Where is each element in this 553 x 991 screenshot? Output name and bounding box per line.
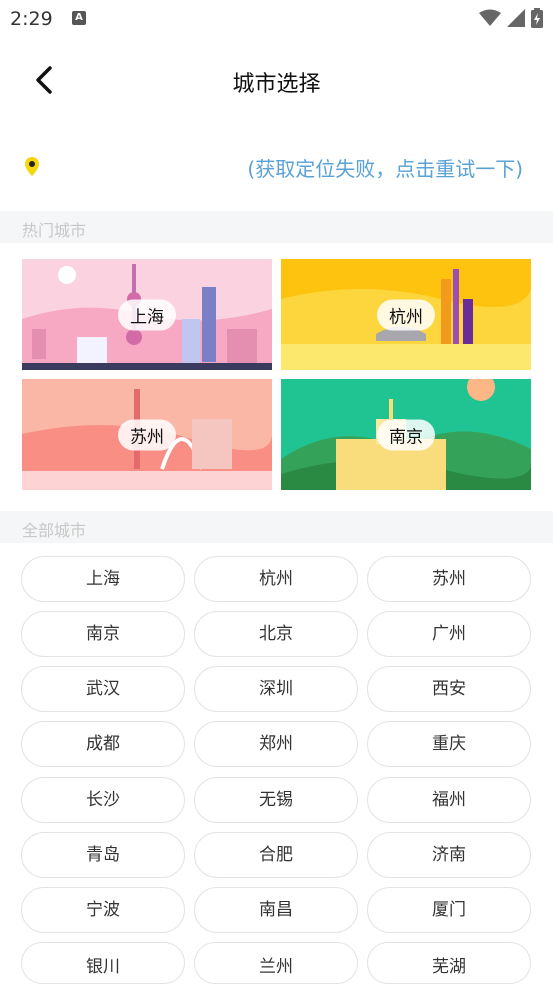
city-button[interactable]: 深圳 xyxy=(194,666,358,712)
hot-city-label: 杭州 xyxy=(377,299,435,330)
hot-city-card-nanjing[interactable]: 南京 xyxy=(281,379,531,490)
hot-city-card-shanghai[interactable]: 上海 xyxy=(22,259,272,370)
nav-bar: 城市选择 xyxy=(0,38,553,124)
city-button[interactable]: 福州 xyxy=(367,777,531,823)
city-button[interactable]: 广州 xyxy=(367,611,531,657)
city-button[interactable]: 长沙 xyxy=(21,777,185,823)
location-retry-link[interactable]: (获取定位失败，点击重试一下) xyxy=(247,153,523,182)
page-title: 城市选择 xyxy=(232,72,321,97)
city-button[interactable]: 武汉 xyxy=(21,666,185,712)
city-button[interactable]: 南京 xyxy=(21,611,185,657)
status-icons xyxy=(479,8,543,28)
city-button[interactable]: 合肥 xyxy=(194,832,358,878)
notification-a-icon: A xyxy=(72,11,86,25)
location-row: (获取定位失败，点击重试一下) xyxy=(0,140,553,192)
section-title-all: 全部城市 xyxy=(22,521,87,540)
city-button[interactable]: 兰州 xyxy=(194,942,358,984)
hot-city-card-hangzhou[interactable]: 杭州 xyxy=(281,259,531,370)
city-button[interactable]: 郑州 xyxy=(194,721,358,767)
city-button[interactable]: 苏州 xyxy=(367,556,531,602)
signal-icon xyxy=(507,9,525,27)
hot-city-card-suzhou[interactable]: 苏州 xyxy=(22,379,272,490)
battery-icon xyxy=(531,8,543,28)
section-header-hot: 热门城市 xyxy=(0,211,553,243)
city-button[interactable]: 重庆 xyxy=(367,721,531,767)
city-button[interactable]: 西安 xyxy=(367,666,531,712)
city-button[interactable]: 无锡 xyxy=(194,777,358,823)
city-button[interactable]: 杭州 xyxy=(194,556,358,602)
city-button[interactable]: 芜湖 xyxy=(367,942,531,984)
location-pin-icon xyxy=(25,157,39,176)
city-button[interactable]: 青岛 xyxy=(21,832,185,878)
city-button[interactable]: 厦门 xyxy=(367,887,531,933)
wifi-icon xyxy=(479,9,501,26)
city-button[interactable]: 济南 xyxy=(367,832,531,878)
city-button[interactable]: 成都 xyxy=(21,721,185,767)
city-button[interactable]: 宁波 xyxy=(21,887,185,933)
section-title-hot: 热门城市 xyxy=(22,221,87,240)
city-button[interactable]: 银川 xyxy=(21,942,185,984)
hot-city-label: 南京 xyxy=(377,419,435,450)
hot-city-label: 上海 xyxy=(118,299,176,330)
section-header-all: 全部城市 xyxy=(0,511,553,543)
status-time: 2:29 xyxy=(10,8,53,30)
city-button[interactable]: 北京 xyxy=(194,611,358,657)
hot-city-label: 苏州 xyxy=(118,419,176,450)
city-button[interactable]: 南昌 xyxy=(194,887,358,933)
city-button[interactable]: 上海 xyxy=(21,556,185,602)
status-bar: 2:29 A xyxy=(0,0,553,38)
